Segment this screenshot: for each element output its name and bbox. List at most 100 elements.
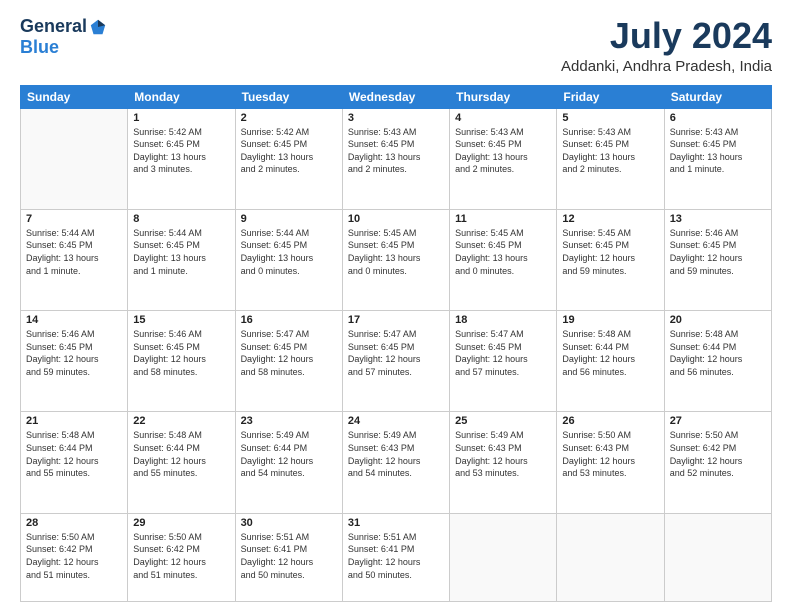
day-info: Sunrise: 5:44 AMSunset: 6:45 PMDaylight:… xyxy=(133,227,229,277)
day-info: Sunrise: 5:50 AMSunset: 6:43 PMDaylight:… xyxy=(562,429,658,479)
logo-general: General xyxy=(20,16,87,37)
day-info: Sunrise: 5:46 AMSunset: 6:45 PMDaylight:… xyxy=(26,328,122,378)
calendar-cell: 30 Sunrise: 5:51 AMSunset: 6:41 PMDayligh… xyxy=(235,513,342,601)
day-number: 25 xyxy=(455,415,551,427)
day-info: Sunrise: 5:47 AMSunset: 6:45 PMDaylight:… xyxy=(241,328,337,378)
calendar-header-saturday: Saturday xyxy=(664,85,771,108)
day-number: 7 xyxy=(26,213,122,225)
day-number: 3 xyxy=(348,112,444,124)
calendar-cell: 18 Sunrise: 5:47 AMSunset: 6:45 PMDayligh… xyxy=(450,311,557,412)
calendar-cell: 14 Sunrise: 5:46 AMSunset: 6:45 PMDayligh… xyxy=(21,311,128,412)
calendar-week-row: 14 Sunrise: 5:46 AMSunset: 6:45 PMDayligh… xyxy=(21,311,772,412)
day-number: 23 xyxy=(241,415,337,427)
day-number: 31 xyxy=(348,517,444,529)
day-info: Sunrise: 5:49 AMSunset: 6:43 PMDaylight:… xyxy=(455,429,551,479)
day-number: 28 xyxy=(26,517,122,529)
day-number: 16 xyxy=(241,314,337,326)
day-number: 13 xyxy=(670,213,766,225)
day-info: Sunrise: 5:48 AMSunset: 6:44 PMDaylight:… xyxy=(670,328,766,378)
calendar-cell: 29 Sunrise: 5:50 AMSunset: 6:42 PMDayligh… xyxy=(128,513,235,601)
day-info: Sunrise: 5:42 AMSunset: 6:45 PMDaylight:… xyxy=(241,126,337,176)
day-info: Sunrise: 5:48 AMSunset: 6:44 PMDaylight:… xyxy=(26,429,122,479)
day-number: 19 xyxy=(562,314,658,326)
calendar-cell: 31 Sunrise: 5:51 AMSunset: 6:41 PMDayligh… xyxy=(342,513,449,601)
calendar-cell xyxy=(21,108,128,209)
logo: General Blue xyxy=(20,16,107,58)
day-number: 15 xyxy=(133,314,229,326)
calendar-cell: 17Sunrise: 5:47 AMSunset: 6:45 PMDayligh… xyxy=(342,311,449,412)
day-info: Sunrise: 5:44 AMSunset: 6:45 PMDaylight:… xyxy=(26,227,122,277)
day-number: 18 xyxy=(455,314,551,326)
calendar-cell: 5 Sunrise: 5:43 AMSunset: 6:45 PMDaylight… xyxy=(557,108,664,209)
title-block: July 2024 Addanki, Andhra Pradesh, India xyxy=(561,16,772,75)
day-info: Sunrise: 5:48 AMSunset: 6:44 PMDaylight:… xyxy=(562,328,658,378)
day-info: Sunrise: 5:45 AMSunset: 6:45 PMDaylight:… xyxy=(455,227,551,277)
calendar-cell xyxy=(664,513,771,601)
day-number: 22 xyxy=(133,415,229,427)
day-number: 12 xyxy=(562,213,658,225)
day-info: Sunrise: 5:43 AMSunset: 6:45 PMDaylight:… xyxy=(348,126,444,176)
day-info: Sunrise: 5:49 AMSunset: 6:44 PMDaylight:… xyxy=(241,429,337,479)
calendar-cell: 3 Sunrise: 5:43 AMSunset: 6:45 PMDaylight… xyxy=(342,108,449,209)
calendar-cell: 19 Sunrise: 5:48 AMSunset: 6:44 PMDayligh… xyxy=(557,311,664,412)
logo-blue: Blue xyxy=(20,37,59,57)
day-number: 10 xyxy=(348,213,444,225)
calendar-cell: 13 Sunrise: 5:46 AMSunset: 6:45 PMDayligh… xyxy=(664,209,771,310)
calendar-cell: 2Sunrise: 5:42 AMSunset: 6:45 PMDaylight… xyxy=(235,108,342,209)
day-number: 11 xyxy=(455,213,551,225)
month-year: July 2024 xyxy=(561,16,772,56)
calendar-header-tuesday: Tuesday xyxy=(235,85,342,108)
calendar-cell: 7 Sunrise: 5:44 AMSunset: 6:45 PMDaylight… xyxy=(21,209,128,310)
day-number: 8 xyxy=(133,213,229,225)
day-number: 21 xyxy=(26,415,122,427)
calendar-cell: 9Sunrise: 5:44 AMSunset: 6:45 PMDaylight… xyxy=(235,209,342,310)
calendar-cell: 12Sunrise: 5:45 AMSunset: 6:45 PMDayligh… xyxy=(557,209,664,310)
location: Addanki, Andhra Pradesh, India xyxy=(561,58,772,75)
calendar-cell: 28 Sunrise: 5:50 AMSunset: 6:42 PMDayligh… xyxy=(21,513,128,601)
day-number: 17 xyxy=(348,314,444,326)
calendar-cell: 15 Sunrise: 5:46 AMSunset: 6:45 PMDayligh… xyxy=(128,311,235,412)
day-info: Sunrise: 5:45 AMSunset: 6:45 PMDaylight:… xyxy=(348,227,444,277)
day-info: Sunrise: 5:51 AMSunset: 6:41 PMDaylight:… xyxy=(348,531,444,581)
calendar-cell: 20Sunrise: 5:48 AMSunset: 6:44 PMDayligh… xyxy=(664,311,771,412)
calendar-cell: 25 Sunrise: 5:49 AMSunset: 6:43 PMDayligh… xyxy=(450,412,557,513)
day-info: Sunrise: 5:47 AMSunset: 6:45 PMDaylight:… xyxy=(455,328,551,378)
day-info: Sunrise: 5:46 AMSunset: 6:45 PMDaylight:… xyxy=(670,227,766,277)
day-info: Sunrise: 5:51 AMSunset: 6:41 PMDaylight:… xyxy=(241,531,337,581)
day-info: Sunrise: 5:49 AMSunset: 6:43 PMDaylight:… xyxy=(348,429,444,479)
calendar-header-monday: Monday xyxy=(128,85,235,108)
day-number: 14 xyxy=(26,314,122,326)
day-info: Sunrise: 5:50 AMSunset: 6:42 PMDaylight:… xyxy=(133,531,229,581)
day-info: Sunrise: 5:48 AMSunset: 6:44 PMDaylight:… xyxy=(133,429,229,479)
calendar-cell: 10 Sunrise: 5:45 AMSunset: 6:45 PMDayligh… xyxy=(342,209,449,310)
day-info: Sunrise: 5:44 AMSunset: 6:45 PMDaylight:… xyxy=(241,227,337,277)
day-number: 5 xyxy=(562,112,658,124)
calendar-week-row: 7 Sunrise: 5:44 AMSunset: 6:45 PMDaylight… xyxy=(21,209,772,310)
calendar-header-friday: Friday xyxy=(557,85,664,108)
calendar-week-row: 28 Sunrise: 5:50 AMSunset: 6:42 PMDayligh… xyxy=(21,513,772,601)
day-info: Sunrise: 5:43 AMSunset: 6:45 PMDaylight:… xyxy=(562,126,658,176)
calendar-cell: 1 Sunrise: 5:42 AMSunset: 6:45 PMDaylight… xyxy=(128,108,235,209)
calendar-cell xyxy=(450,513,557,601)
day-number: 29 xyxy=(133,517,229,529)
day-info: Sunrise: 5:50 AMSunset: 6:42 PMDaylight:… xyxy=(26,531,122,581)
day-info: Sunrise: 5:46 AMSunset: 6:45 PMDaylight:… xyxy=(133,328,229,378)
calendar-cell: 21 Sunrise: 5:48 AMSunset: 6:44 PMDayligh… xyxy=(21,412,128,513)
calendar-cell: 8 Sunrise: 5:44 AMSunset: 6:45 PMDaylight… xyxy=(128,209,235,310)
calendar-cell: 22 Sunrise: 5:48 AMSunset: 6:44 PMDayligh… xyxy=(128,412,235,513)
day-info: Sunrise: 5:42 AMSunset: 6:45 PMDaylight:… xyxy=(133,126,229,176)
calendar-page: General Blue July 2024 Addanki, Andhra P… xyxy=(0,0,792,612)
calendar-header-row: SundayMondayTuesdayWednesdayThursdayFrid… xyxy=(21,85,772,108)
calendar-cell: 26Sunrise: 5:50 AMSunset: 6:43 PMDayligh… xyxy=(557,412,664,513)
calendar-header-sunday: Sunday xyxy=(21,85,128,108)
day-info: Sunrise: 5:43 AMSunset: 6:45 PMDaylight:… xyxy=(455,126,551,176)
logo-icon xyxy=(89,18,107,36)
header: General Blue July 2024 Addanki, Andhra P… xyxy=(20,16,772,75)
calendar-cell: 23 Sunrise: 5:49 AMSunset: 6:44 PMDayligh… xyxy=(235,412,342,513)
day-number: 4 xyxy=(455,112,551,124)
calendar-table: SundayMondayTuesdayWednesdayThursdayFrid… xyxy=(20,85,772,602)
day-number: 30 xyxy=(241,517,337,529)
day-number: 6 xyxy=(670,112,766,124)
logo-text: General xyxy=(20,16,107,37)
day-number: 1 xyxy=(133,112,229,124)
